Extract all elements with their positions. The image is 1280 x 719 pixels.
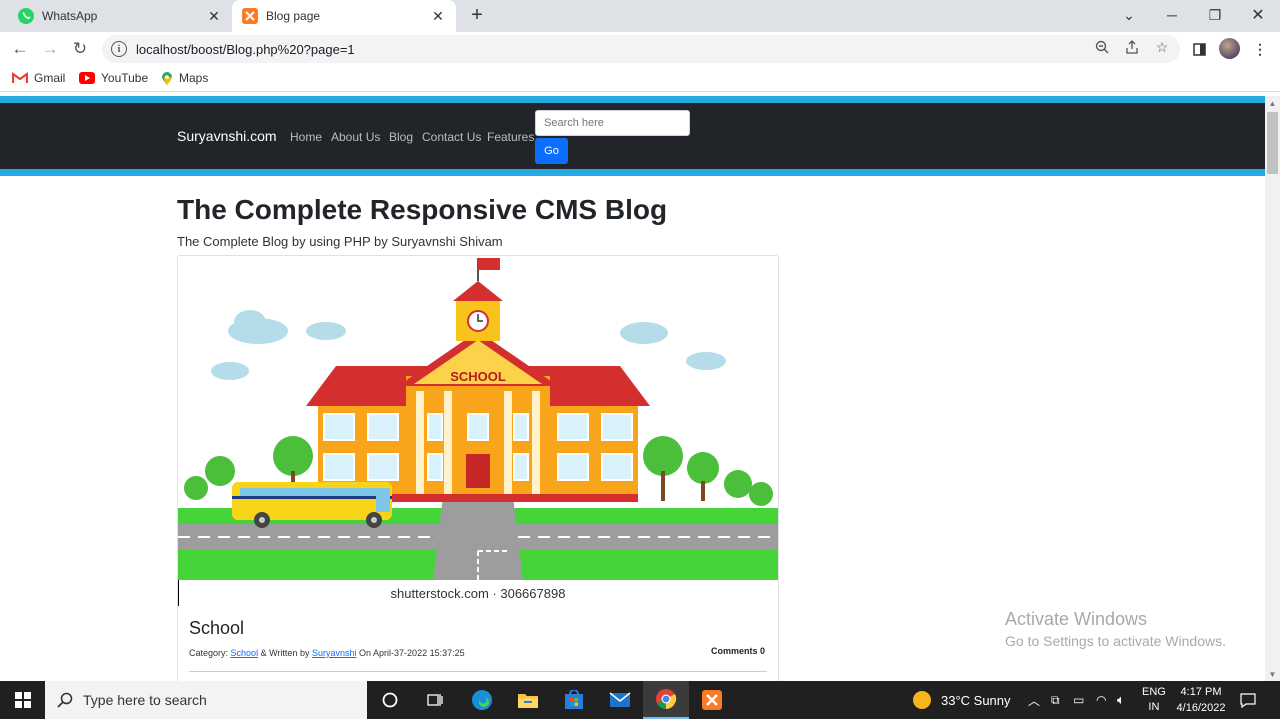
tab-search-chevron-icon[interactable]: ⌄ (1107, 0, 1151, 30)
written-label: & Written by (260, 648, 310, 658)
author-link[interactable]: Suryavnshi (312, 648, 357, 658)
windows-start-icon[interactable] (0, 681, 46, 719)
search-input[interactable] (535, 110, 690, 136)
taskbar-search-box[interactable]: Type here to search (45, 681, 367, 719)
bookmark-label: YouTube (101, 71, 149, 85)
taskbar-search-placeholder: Type here to search (83, 692, 207, 708)
bookmark-label: Maps (179, 71, 209, 85)
search-icon (57, 692, 73, 708)
scroll-up-icon[interactable]: ▲ (1265, 96, 1280, 110)
chrome-menu-icon[interactable]: ⋮ (1249, 38, 1271, 60)
blog-post-card: SCHOOL shutterstock.com · 306667898 Scho… (177, 255, 779, 681)
lang-code: ENG (1142, 686, 1166, 698)
url-text[interactable]: localhost/boost/Blog.php%20?page=1 (136, 42, 355, 57)
close-tab-icon[interactable]: ✕ (430, 8, 446, 24)
category-link[interactable]: School (231, 648, 259, 658)
category-label: Category: (189, 648, 229, 658)
back-arrow-icon[interactable]: ← (9, 38, 31, 60)
tab-blog-page[interactable]: Blog page ✕ (232, 0, 456, 32)
divider (189, 671, 767, 672)
page-subtitle: The Complete Blog by using PHP by Suryav… (177, 234, 503, 249)
scroll-thumb[interactable] (1267, 112, 1278, 174)
new-tab-button[interactable]: + (466, 5, 488, 27)
school-sign-text: SCHOOL (450, 369, 506, 384)
post-title: School (189, 618, 245, 638)
tab-whatsapp[interactable]: WhatsApp ✕ (8, 0, 232, 32)
browser-tab-strip: WhatsApp ✕ Blog page ✕ + ⌄ ─ ❐ ✕ (0, 0, 1280, 32)
nav-home[interactable]: Home (290, 130, 322, 144)
activate-windows-title: Activate Windows (1005, 609, 1148, 629)
side-panel-icon[interactable] (1188, 38, 1210, 60)
on-label: On (359, 648, 372, 658)
share-icon[interactable] (1124, 39, 1140, 55)
chrome-taskbar-icon[interactable] (643, 681, 689, 719)
sun-icon (913, 691, 931, 709)
bookmark-maps[interactable]: Maps (161, 71, 208, 85)
tab-title: WhatsApp (42, 9, 98, 23)
clock-date: 4/16/2022 (1176, 702, 1226, 714)
close-tab-icon[interactable]: ✕ (206, 8, 222, 24)
windows-taskbar: Type here to search 33°C Sunny ︿ ⧉ ▭ ◠ 🔈… (0, 681, 1280, 719)
xampp-taskbar-icon[interactable] (689, 681, 735, 719)
bookmark-star-icon[interactable]: ☆ (1154, 39, 1170, 55)
weather-text: 33°C Sunny (941, 692, 1011, 708)
cortana-icon[interactable] (367, 681, 413, 719)
weather-widget[interactable]: 33°C Sunny (913, 681, 1011, 719)
meet-now-icon[interactable]: ⧉ (1051, 681, 1060, 719)
close-window-icon[interactable]: ✕ (1236, 0, 1280, 30)
clock[interactable]: 4:17 PM 4/16/2022 (1172, 681, 1230, 719)
battery-icon[interactable]: ▭ (1073, 681, 1084, 719)
whatsapp-icon (18, 8, 34, 24)
restore-icon[interactable]: ❐ (1193, 0, 1237, 30)
youtube-icon (79, 72, 95, 84)
edge-icon[interactable] (459, 681, 505, 719)
comments-count: Comments 0 (711, 646, 766, 656)
mail-icon[interactable] (597, 681, 643, 719)
image-caption: shutterstock.com · 306667898 (391, 586, 566, 601)
site-brand[interactable]: Suryavnshi.com (177, 128, 277, 144)
task-view-icon[interactable] (412, 681, 458, 719)
browser-toolbar: ← → ↻ i localhost/boost/Blog.php%20?page… (0, 32, 1280, 66)
zoom-icon[interactable] (1094, 39, 1110, 55)
bookmark-youtube[interactable]: YouTube (79, 71, 148, 85)
nav-features[interactable]: Features (487, 130, 534, 144)
address-bar[interactable]: i localhost/boost/Blog.php%20?page=1 (102, 35, 1180, 63)
bookmark-gmail[interactable]: Gmail (11, 71, 66, 85)
gmail-icon (11, 71, 29, 84)
xampp-icon (242, 8, 258, 24)
microsoft-store-icon[interactable] (551, 681, 597, 719)
post-image: SCHOOL shutterstock.com · 306667898 (178, 256, 778, 606)
scroll-down-icon[interactable]: ▼ (1265, 667, 1280, 681)
wifi-icon[interactable]: ◠ (1096, 681, 1106, 719)
language-indicator[interactable]: ENG IN (1142, 681, 1166, 719)
reload-icon[interactable]: ↻ (69, 38, 91, 60)
tab-title: Blog page (266, 9, 321, 23)
post-date: April-37-2022 15:37:25 (373, 648, 465, 658)
minimize-icon[interactable]: ─ (1150, 0, 1194, 30)
search-go-button[interactable]: Go (535, 138, 568, 164)
bookmark-label: Gmail (34, 71, 66, 85)
site-navbar: Suryavnshi.com Home About Us Blog Contac… (0, 96, 1265, 176)
chevron-up-icon[interactable]: ︿ (1028, 681, 1040, 719)
post-meta: Category: School & Written by Suryavnshi… (189, 648, 465, 658)
nav-about-us[interactable]: About Us (331, 130, 380, 144)
page-title: The Complete Responsive CMS Blog (177, 194, 668, 225)
site-info-icon[interactable]: i (111, 41, 127, 57)
page-scrollbar[interactable]: ▲ ▼ (1265, 96, 1280, 681)
profile-avatar[interactable] (1219, 38, 1240, 59)
page-viewport: Suryavnshi.com Home About Us Blog Contac… (0, 96, 1265, 681)
region-code: IN (1148, 701, 1160, 713)
maps-icon (161, 72, 173, 85)
bookmarks-bar: Gmail YouTube Maps (0, 66, 1280, 92)
notification-icon[interactable] (1240, 681, 1256, 719)
clock-time: 4:17 PM (1180, 686, 1222, 698)
volume-icon[interactable]: 🔈︎ (1117, 681, 1125, 719)
nav-blog[interactable]: Blog (389, 130, 413, 144)
file-explorer-icon[interactable] (505, 681, 551, 719)
activate-windows-subtitle: Go to Settings to activate Windows. (1005, 633, 1226, 649)
nav-contact-us[interactable]: Contact Us (422, 130, 481, 144)
forward-arrow-icon[interactable]: → (39, 38, 61, 60)
